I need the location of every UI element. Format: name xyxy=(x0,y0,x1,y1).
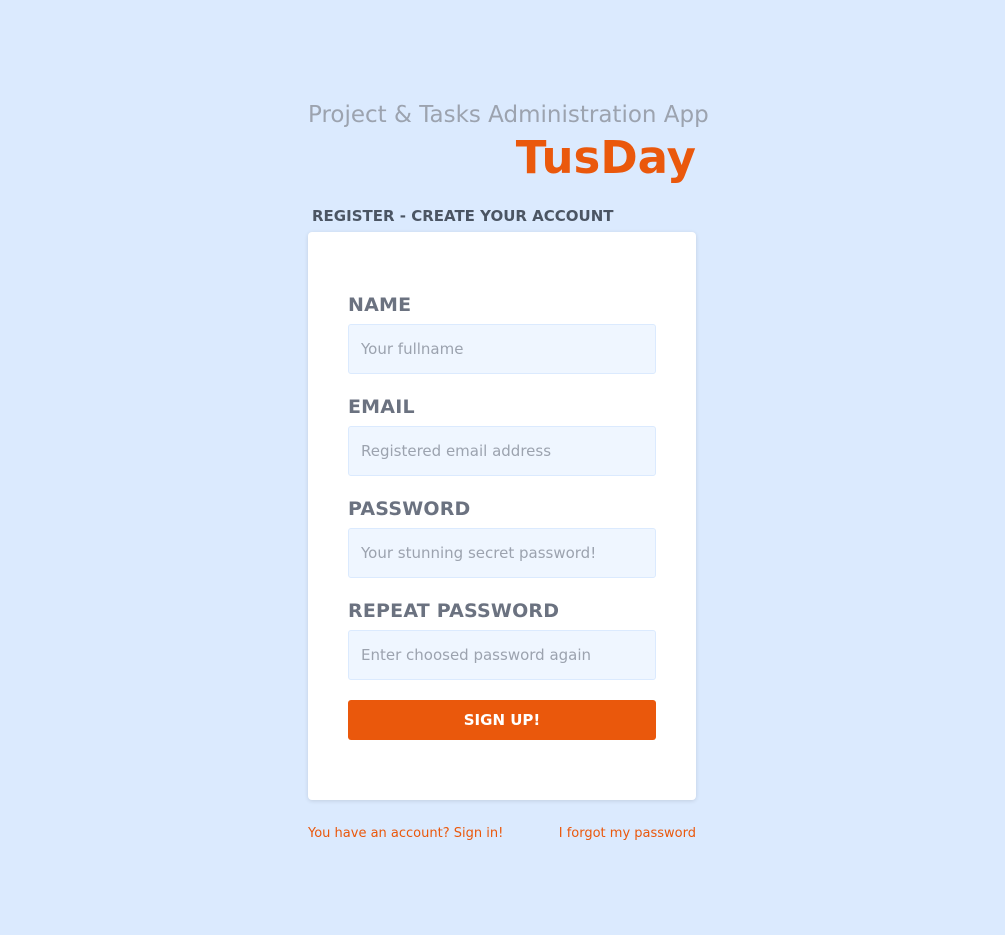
sign-in-link[interactable]: You have an account? Sign in! xyxy=(308,825,503,843)
app-subtitle: Project & Tasks Administration App xyxy=(308,102,709,128)
email-label: EMAIL xyxy=(348,396,415,418)
register-card: NAME EMAIL PASSWORD REPEAT PASSWORD SIGN… xyxy=(308,232,696,800)
name-input[interactable] xyxy=(348,324,656,374)
form-heading: REGISTER - CREATE YOUR ACCOUNT xyxy=(312,207,614,225)
sign-up-button[interactable]: SIGN UP! xyxy=(348,700,656,740)
brand-logo-text: TusDay xyxy=(515,131,696,184)
repeat-password-label: REPEAT PASSWORD xyxy=(348,600,560,622)
password-label: PASSWORD xyxy=(348,498,471,520)
password-input[interactable] xyxy=(348,528,656,578)
repeat-password-input[interactable] xyxy=(348,630,656,680)
name-label: NAME xyxy=(348,294,412,316)
email-input[interactable] xyxy=(348,426,656,476)
forgot-password-link[interactable]: I forgot my password xyxy=(559,825,696,843)
